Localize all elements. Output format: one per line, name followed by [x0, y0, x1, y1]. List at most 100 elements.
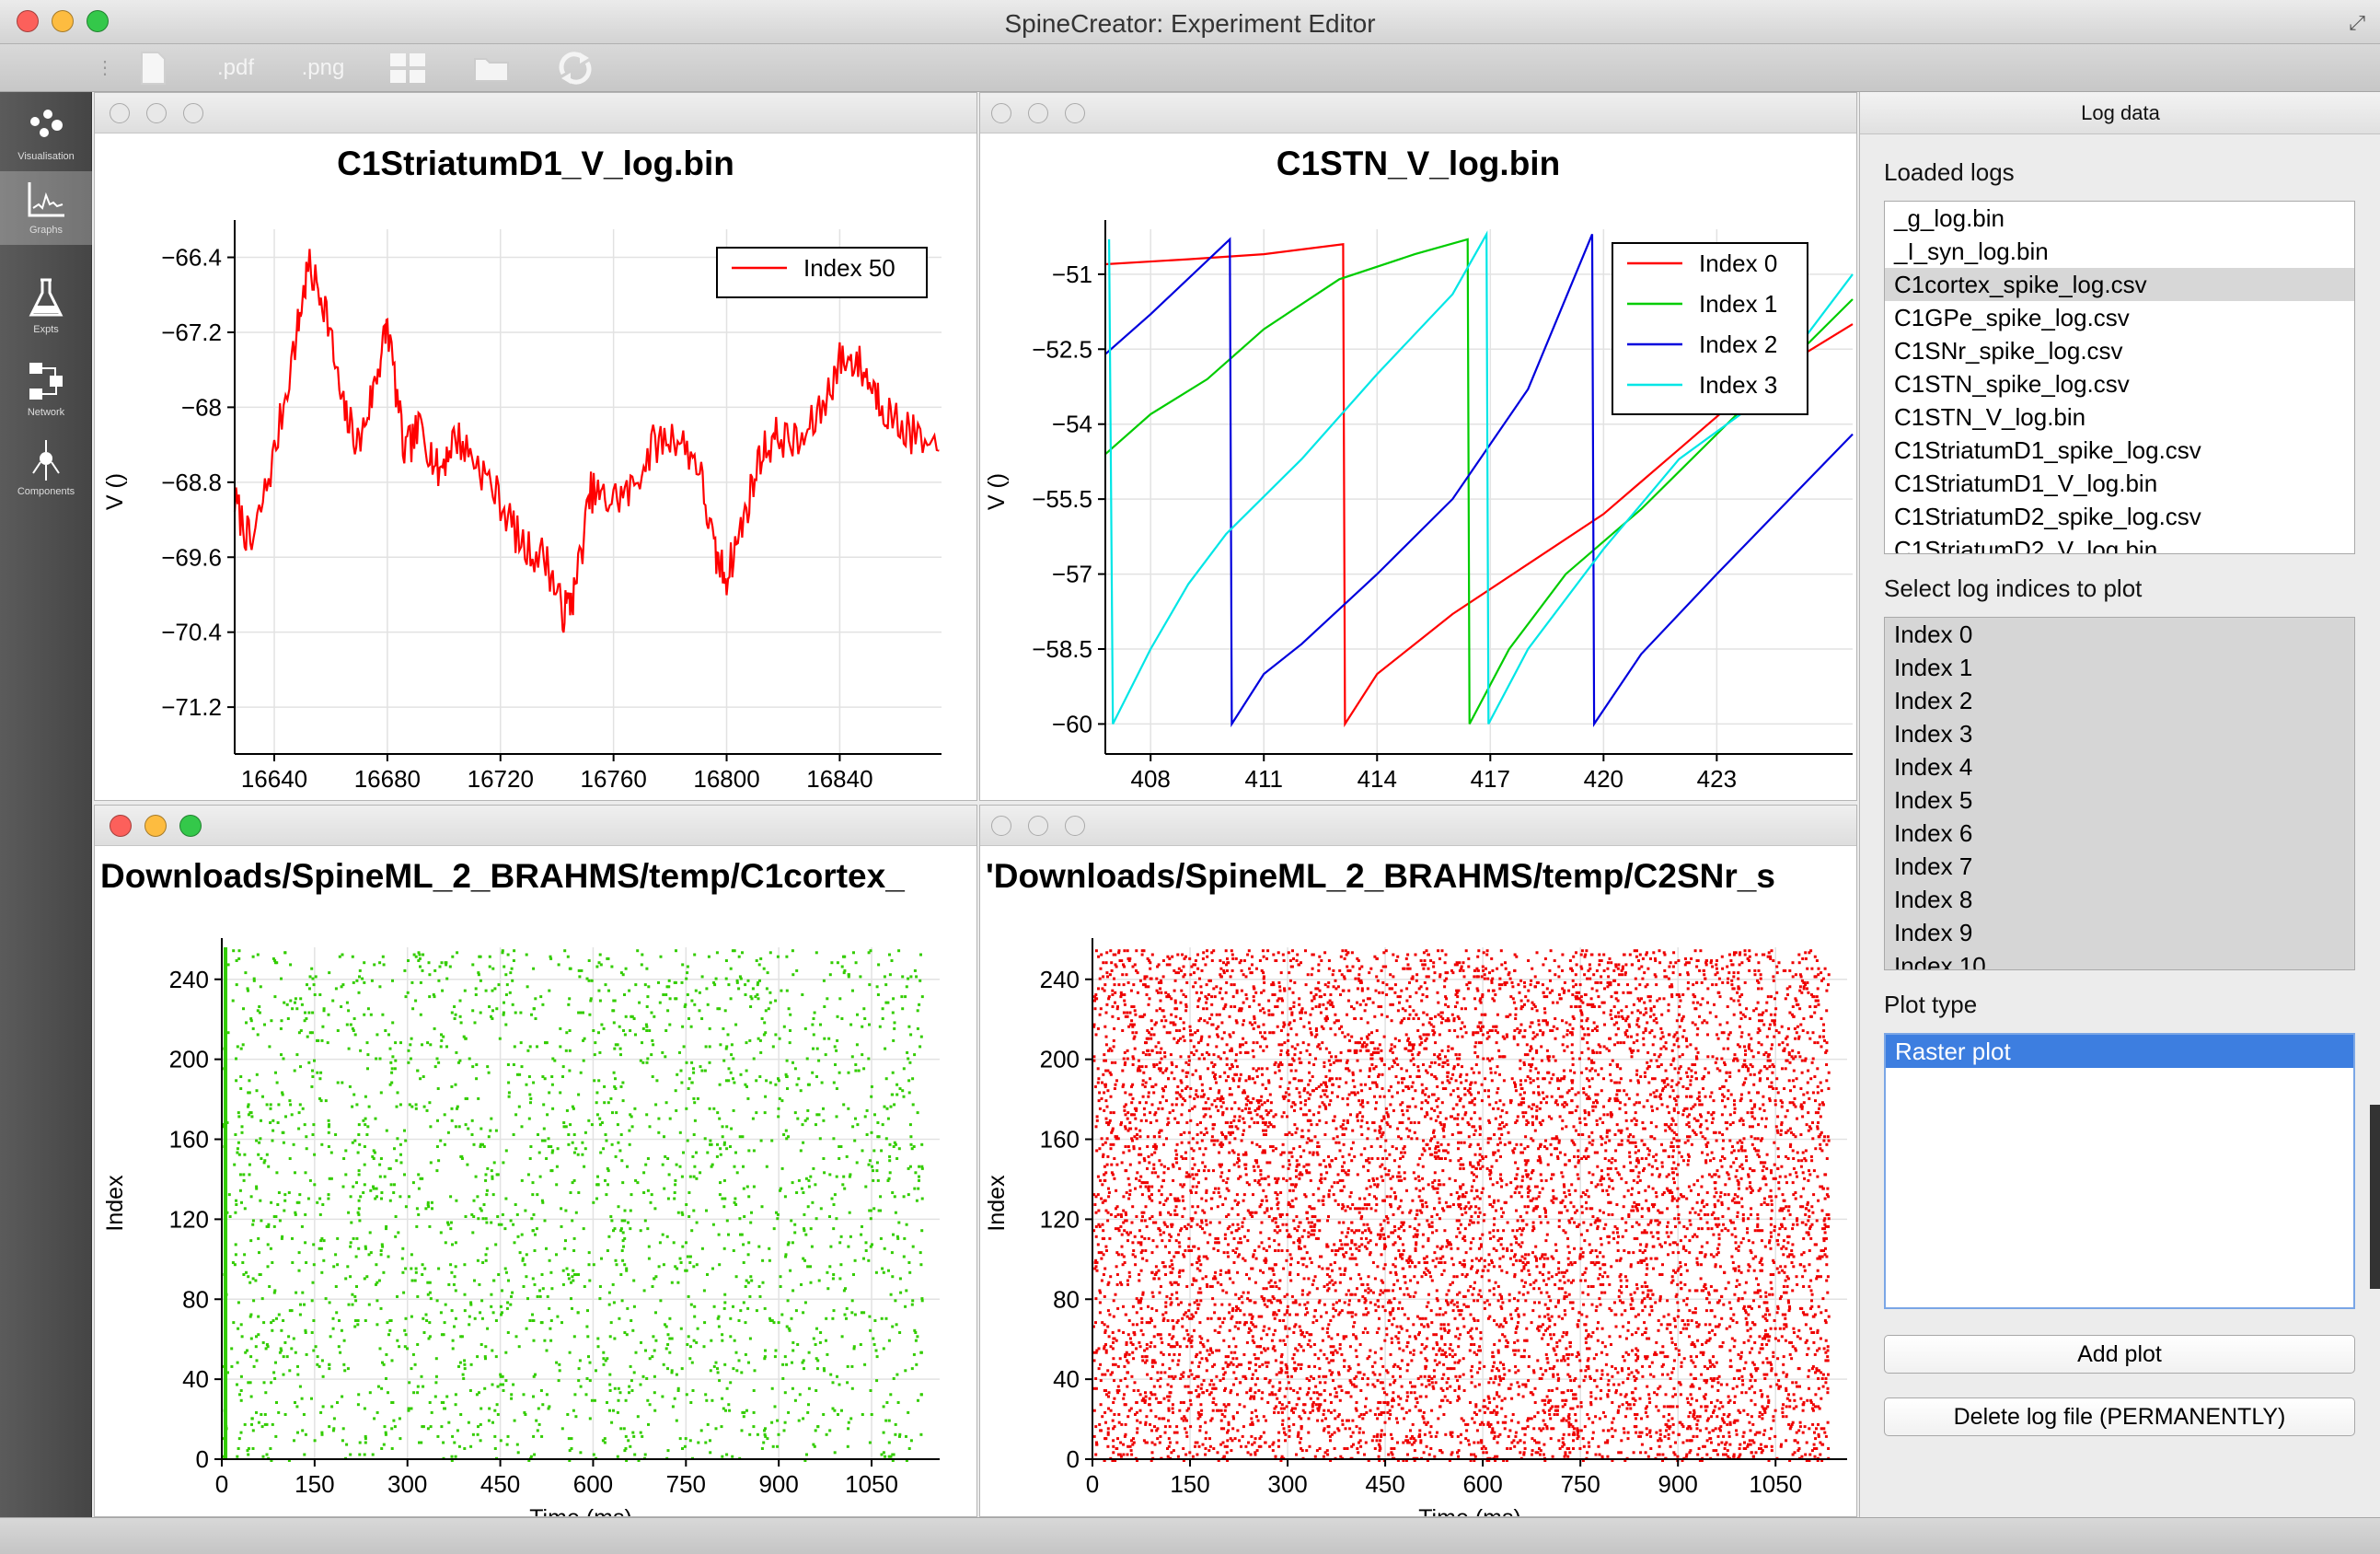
spike-point — [738, 1217, 742, 1221]
spike-point — [592, 1453, 595, 1456]
spike-point — [1373, 1015, 1377, 1018]
spike-point — [721, 1333, 724, 1337]
spike-point — [463, 1363, 467, 1366]
spike-point — [337, 1345, 341, 1349]
spike-point — [1792, 1069, 1796, 1073]
spike-point — [1496, 1405, 1498, 1409]
spike-point — [355, 1103, 359, 1107]
zoom-plot-button[interactable] — [179, 815, 202, 837]
spike-point — [1442, 1323, 1446, 1327]
plot-window-striatum[interactable]: C1StriatumD1_V_log.bin 16640 16680 16720 16… — [94, 92, 977, 801]
sidebar-item-components[interactable]: Components — [0, 433, 92, 506]
spike-point — [880, 1149, 884, 1153]
plot-window-stn[interactable]: C1STN_V_log.bin 408 411 414 417 420 423 −51 −52… — [979, 92, 1857, 801]
refresh-button[interactable] — [552, 50, 598, 87]
spike-point — [537, 1133, 539, 1136]
sidebar-item-visualisation[interactable]: Visualisation — [0, 98, 92, 171]
spike-point — [630, 1319, 633, 1322]
spike-point — [450, 1084, 454, 1088]
minimize-plot-button[interactable] — [144, 815, 167, 837]
spike-point — [422, 953, 425, 957]
new-document-button[interactable] — [136, 50, 169, 87]
spike-point — [759, 957, 763, 960]
spike-point — [651, 1355, 654, 1359]
spike-point — [849, 1023, 853, 1026]
raster-chart[interactable]: 0 150 300 450 600 750 900 105004080120160200240… — [980, 846, 1857, 1517]
zoom-plot-button[interactable] — [1065, 816, 1085, 836]
spike-point — [369, 1189, 373, 1192]
spike-point — [1732, 1149, 1736, 1153]
sidebar-item-graphs[interactable]: Graphs — [0, 171, 92, 245]
spike-point — [675, 997, 678, 1001]
spike-point — [667, 1173, 671, 1177]
zoom-plot-button[interactable] — [183, 103, 203, 123]
zoom-plot-button[interactable] — [1065, 103, 1085, 123]
spike-point — [1495, 1041, 1498, 1045]
spike-point — [1521, 1293, 1525, 1296]
spike-point — [237, 1447, 240, 1450]
spike-point — [608, 1335, 612, 1339]
open-folder-button[interactable] — [471, 50, 512, 87]
spike-point — [549, 1145, 553, 1148]
spike-point — [1614, 1166, 1618, 1170]
spike-point — [485, 1189, 489, 1192]
sidebar-item-network[interactable]: Network — [0, 354, 92, 427]
spike-point — [425, 1319, 429, 1322]
spike-point — [1121, 973, 1125, 977]
close-plot-button[interactable] — [110, 815, 132, 837]
plot-window-cortex-raster[interactable]: Downloads/SpineML_2_BRAHMS/temp/C1cortex… — [94, 805, 977, 1517]
spike-point — [1478, 1153, 1482, 1156]
minimize-plot-button[interactable] — [1028, 103, 1048, 123]
spike-point — [1254, 1391, 1257, 1395]
sidebar-item-expts[interactable]: Expts — [0, 271, 92, 344]
minimize-plot-button[interactable] — [146, 103, 167, 123]
spike-point — [649, 1200, 653, 1204]
spike-point — [320, 1038, 324, 1042]
plot-window-snr-raster[interactable]: 'Downloads/SpineML_2_BRAHMS/temp/C2SNr_s… — [979, 805, 1857, 1517]
spike-point — [410, 980, 414, 984]
spike-point — [359, 1049, 363, 1052]
spike-point — [574, 1147, 578, 1151]
spike-point — [501, 1289, 503, 1293]
spike-point — [826, 1270, 829, 1274]
spike-point — [610, 965, 614, 968]
spike-point — [688, 1261, 692, 1264]
spike-point — [829, 1373, 833, 1376]
spike-point — [1448, 1347, 1451, 1351]
spike-point — [1153, 1151, 1157, 1154]
spike-point — [1760, 1239, 1763, 1243]
spike-point — [536, 1294, 539, 1298]
close-plot-button[interactable] — [110, 103, 130, 123]
spike-point — [1129, 1449, 1133, 1453]
spike-point — [248, 1173, 251, 1177]
tile-windows-button[interactable] — [387, 50, 429, 87]
spike-point — [233, 1163, 237, 1166]
line-chart[interactable]: 408 411 414 417 420 423−51−52.5−54−55.5−57−58… — [980, 133, 1857, 801]
spike-point — [1194, 1444, 1196, 1448]
spike-point — [592, 1029, 595, 1032]
spike-point — [499, 1383, 503, 1386]
spike-point — [608, 1373, 612, 1376]
spike-point — [1345, 1293, 1348, 1296]
spike-point — [275, 1401, 278, 1404]
fullscreen-icon[interactable]: ⤢ — [2349, 11, 2365, 35]
spike-point — [435, 1057, 439, 1061]
minimize-plot-button[interactable] — [1028, 816, 1048, 836]
spike-point — [493, 1409, 497, 1412]
spike-point — [1801, 1431, 1805, 1434]
spike-point — [490, 1221, 493, 1224]
spike-point — [429, 1043, 433, 1047]
spike-point — [549, 1339, 553, 1342]
spike-point — [851, 1125, 855, 1129]
spike-point — [1350, 1315, 1354, 1318]
spike-point — [641, 1026, 645, 1030]
close-plot-button[interactable] — [991, 816, 1011, 836]
spike-point — [1250, 1117, 1254, 1120]
spike-point — [548, 1258, 551, 1262]
export-pdf-button[interactable]: .pdf — [208, 50, 263, 87]
export-png-button[interactable]: .png — [293, 50, 353, 87]
line-chart[interactable]: 16640 16680 16720 16760 16800 16840−66.4−67.2… — [95, 133, 977, 801]
raster-chart[interactable]: 0 150 300 450 600 750 900 105004080120160200240… — [95, 846, 977, 1517]
spike-point — [300, 1003, 304, 1006]
close-plot-button[interactable] — [991, 103, 1011, 123]
